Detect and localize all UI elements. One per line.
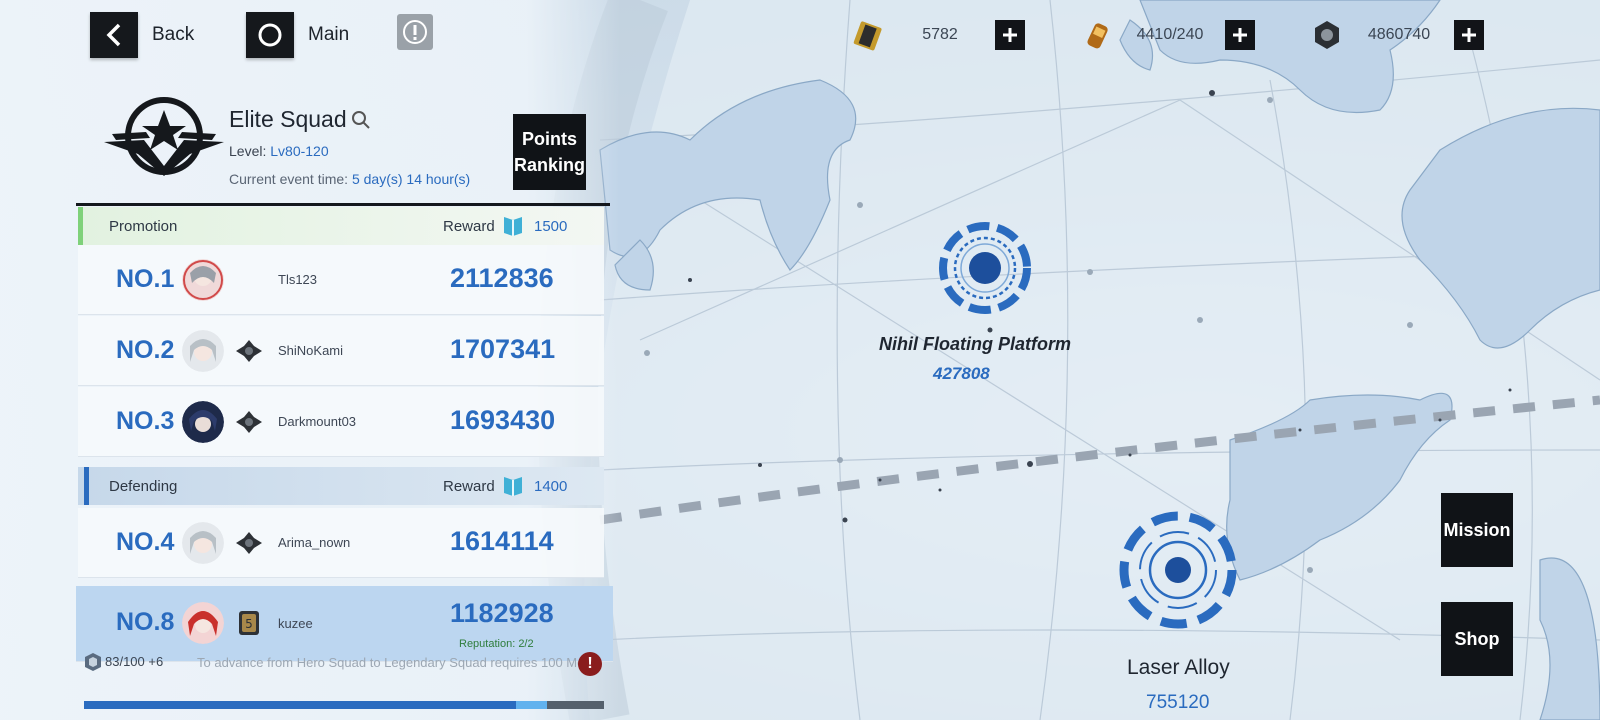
- section-promotion: Promotion Reward 1500: [78, 207, 604, 245]
- avatar: [182, 330, 224, 372]
- ranking-panel: Back Main Elite Squad Level: Lv80-120 Cu…: [0, 0, 620, 720]
- rank-badge-icon: [236, 340, 262, 362]
- node-name-platform[interactable]: Nihil Floating Platform: [879, 334, 1071, 355]
- resource-gears: 4860740: [1310, 18, 1484, 52]
- level-badge-icon: 5: [239, 611, 259, 635]
- ammo-ticket-icon: [853, 21, 882, 51]
- merit-progress-fill: [84, 701, 516, 709]
- home-circle-icon: [258, 23, 282, 47]
- rank-badge-icon: [236, 532, 262, 554]
- points-ranking-button[interactable]: Points Ranking: [513, 114, 586, 190]
- rank-badge-icon: [236, 411, 262, 433]
- main-button[interactable]: Main: [246, 12, 349, 58]
- main-label: Main: [308, 24, 350, 45]
- energy-icon: [1087, 23, 1108, 49]
- resource-energy: 4410/240: [1081, 18, 1255, 52]
- ranking-row[interactable]: NO.3 Darkmount03 1693430: [78, 387, 604, 457]
- event-time: Current event time: 5 day(s) 14 hour(s): [229, 171, 471, 187]
- exclamation-circle-icon: [403, 20, 427, 44]
- back-button[interactable]: Back: [90, 12, 194, 58]
- add-gears-button[interactable]: [1454, 20, 1484, 50]
- add-energy-button[interactable]: [1225, 20, 1255, 50]
- section-defending: Defending Reward 1400: [78, 467, 604, 505]
- chevron-left-icon: [106, 23, 121, 47]
- merit-count: 83/100 +6: [105, 654, 164, 669]
- avatar: [182, 602, 224, 644]
- resource-energy-value: 4410/240: [1136, 26, 1204, 43]
- plus-icon: [1233, 28, 1247, 42]
- node-name-laser-alloy[interactable]: Laser Alloy: [1127, 656, 1230, 680]
- merit-book-icon: [503, 477, 522, 496]
- info-button[interactable]: [397, 14, 433, 50]
- resource-gears-value: 4860740: [1367, 26, 1431, 43]
- svg-text:5: 5: [245, 617, 253, 631]
- squad-level: Level: Lv80-120: [229, 143, 329, 159]
- back-label: Back: [152, 24, 195, 45]
- resource-ammo-value: 5782: [922, 26, 958, 43]
- advance-requirement-text: To advance from Hero Squad to Legendary …: [197, 655, 596, 670]
- resource-ammo: 5782: [851, 18, 1025, 52]
- ranking-row[interactable]: NO.2 ShiNoKami 1707341: [78, 316, 604, 386]
- squad-title: Elite Squad: [229, 106, 371, 133]
- warning-icon[interactable]: !: [578, 652, 602, 676]
- node-value-laser-alloy: 755120: [1146, 692, 1210, 713]
- merit-book-icon: [503, 217, 522, 236]
- merit-progress-gain: [515, 701, 547, 709]
- gear-nut-icon: [1315, 21, 1339, 49]
- merit-shield-icon: [85, 653, 101, 671]
- search-icon[interactable]: [351, 110, 371, 130]
- add-ammo-button[interactable]: [995, 20, 1025, 50]
- avatar: [182, 401, 224, 443]
- ranking-row[interactable]: NO.4 Arima_nown 1614114: [78, 508, 604, 578]
- avatar: [182, 522, 224, 564]
- header-divider: [76, 203, 610, 206]
- mission-button[interactable]: Mission: [1441, 493, 1513, 567]
- my-ranking-row[interactable]: NO.8 5 kuzee 1182928 Reputation: 2/2: [76, 586, 613, 662]
- plus-icon: [1462, 28, 1476, 42]
- ranking-row[interactable]: NO.1 Tls123 2112836: [78, 245, 604, 315]
- merit-progress-bar: [84, 701, 604, 709]
- avatar: [182, 259, 224, 301]
- shop-button[interactable]: Shop: [1441, 602, 1513, 676]
- plus-icon: [1003, 28, 1017, 42]
- node-value-platform: 427808: [933, 364, 990, 383]
- squad-emblem-icon: [104, 97, 224, 176]
